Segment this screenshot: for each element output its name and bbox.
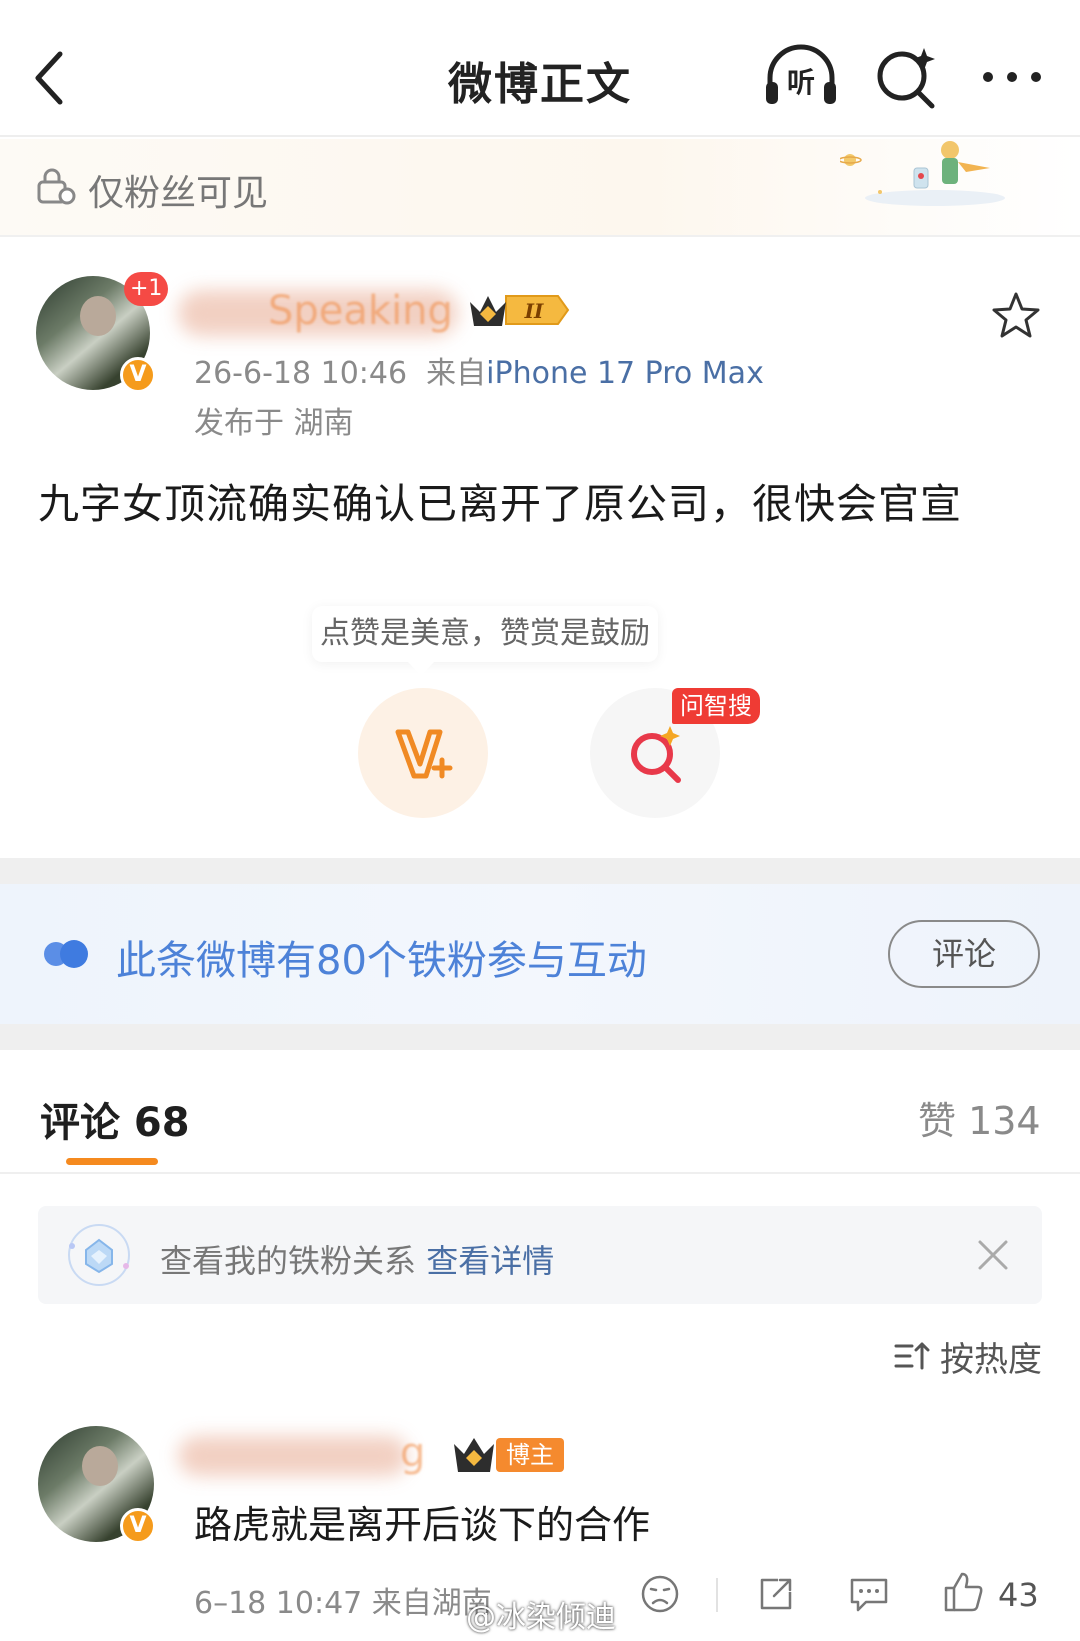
author-name[interactable]: Speaking: [178, 286, 468, 338]
action-divider: [716, 1578, 718, 1612]
tab-likes[interactable]: 赞 134: [918, 1090, 1041, 1145]
tab-active-indicator: [66, 1158, 158, 1165]
reward-tip: 点赞是美意，赞赏是鼓励: [312, 606, 658, 662]
relation-details-link[interactable]: 查看详情: [426, 1242, 554, 1280]
post-meta: 26-6-18 10:46 来自iPhone 17 Pro Max: [194, 348, 764, 392]
level-badge-text: II: [524, 299, 544, 323]
verified-badge: V: [120, 357, 156, 393]
headphones-icon[interactable]: 听: [762, 42, 840, 108]
post-body-text: 九字女顶流确实确认已离开了原公司，很快会官宣: [38, 480, 962, 528]
reply-icon[interactable]: [848, 1574, 890, 1614]
tip-arrow-icon: [408, 662, 434, 676]
dislike-face-icon[interactable]: [640, 1574, 680, 1614]
blogger-badge: 博主: [496, 1438, 564, 1472]
post-device[interactable]: iPhone 17 Pro Max: [486, 356, 764, 391]
avatar-notification-badge: +1: [124, 272, 169, 306]
comment-text: 路虎就是离开后谈下的合作: [194, 1503, 651, 1547]
fan-relation-text: 查看我的铁粉关系 查看详情: [160, 1236, 554, 1282]
reward-v-icon[interactable]: [392, 722, 456, 786]
tab-comments[interactable]: 评论 68: [40, 1090, 190, 1148]
favorite-star-icon[interactable]: [990, 290, 1042, 342]
commenter-crown-icon: [454, 1438, 494, 1472]
commenter-name[interactable]: g: [178, 1430, 438, 1480]
ai-search-icon[interactable]: [872, 42, 942, 112]
commenter-name-text: g: [400, 1430, 426, 1476]
little-prince-decoration-icon: [840, 141, 1005, 206]
fan-relation-icon: [68, 1224, 130, 1286]
share-icon[interactable]: [756, 1574, 796, 1614]
fans-only-label: 仅粉丝可见: [88, 173, 269, 214]
comment-button[interactable]: 评论: [888, 920, 1040, 988]
commenter-verified-badge: V: [120, 1508, 156, 1544]
comment-like-count: 43: [998, 1576, 1039, 1614]
zhisou-search-icon[interactable]: [624, 722, 688, 786]
sort-by-hot[interactable]: 按热度: [940, 1332, 1042, 1381]
name-redaction: [178, 1436, 408, 1476]
comment-meta: 6–18 10:47 来自湖南: [194, 1586, 492, 1621]
thumbs-up-icon[interactable]: [942, 1570, 984, 1614]
watermark: @冰染倾迪: [466, 1600, 616, 1635]
listen-label: 听: [787, 66, 815, 99]
fan-bubble-icon: [44, 940, 88, 968]
relation-label: 查看我的铁粉关系: [160, 1242, 417, 1280]
lock-user-icon: [37, 168, 76, 205]
zhisou-tag: 问智搜: [672, 688, 760, 724]
post-time: 26-6-18 10:46: [194, 356, 408, 391]
sort-icon[interactable]: [894, 1338, 930, 1374]
close-icon[interactable]: [976, 1238, 1010, 1272]
weibo-post-page: 微博正文 听 仅粉丝可见 +1 V Speaking II 26-6-18 10…: [0, 0, 1080, 1641]
section-divider: [0, 858, 1080, 884]
author-name-text: Speaking: [268, 288, 453, 334]
section-divider: [0, 1024, 1080, 1050]
tab-divider: [0, 1172, 1080, 1174]
post-location: 发布于 湖南: [194, 406, 354, 441]
fan-interaction-text: 此条微博有80个铁粉参与互动: [116, 938, 647, 984]
source-prefix: 来自: [426, 356, 487, 391]
more-icon[interactable]: [978, 52, 1048, 102]
level-crown-icon[interactable]: II: [466, 288, 570, 332]
